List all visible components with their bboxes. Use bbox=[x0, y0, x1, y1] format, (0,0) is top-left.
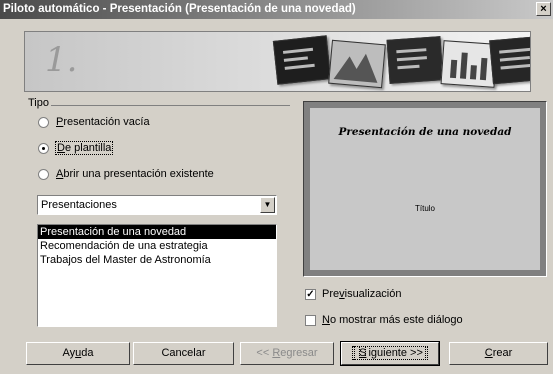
radio-de-plantilla[interactable]: De plantilla bbox=[38, 141, 114, 155]
radio-selected-icon[interactable] bbox=[38, 142, 49, 154]
checkbox-previsualizacion[interactable]: ✓ Previsualización bbox=[305, 288, 402, 300]
text-slide-icon bbox=[489, 35, 530, 85]
radio-icon[interactable] bbox=[38, 168, 49, 180]
tipo-label: Tipo bbox=[26, 97, 51, 109]
help-button[interactable]: Ayuda bbox=[26, 342, 130, 365]
step-number: 1. bbox=[45, 40, 78, 80]
title-bar: Piloto automático - Presentación (Presen… bbox=[0, 0, 553, 19]
preview-subtitle: Título bbox=[414, 204, 435, 213]
chevron-down-icon[interactable]: ▼ bbox=[260, 197, 275, 213]
list-item[interactable]: Recomendación de una estrategia bbox=[38, 239, 276, 253]
create-button[interactable]: Crear bbox=[449, 342, 548, 365]
next-button[interactable]: Siguiente >> bbox=[341, 342, 439, 365]
wizard-banner: 1. bbox=[24, 31, 531, 92]
bullet-slide-icon bbox=[386, 36, 444, 84]
cancel-button[interactable]: Cancelar bbox=[133, 342, 234, 365]
preview-title: Presentación de una novedad bbox=[338, 126, 512, 138]
radio-presentacion-vacia[interactable]: Presentación vacía bbox=[38, 116, 150, 128]
category-value: Presentaciones bbox=[41, 199, 117, 211]
category-select[interactable]: Presentaciones ▼ bbox=[37, 195, 277, 215]
list-item[interactable]: Presentación de una novedad bbox=[38, 225, 276, 239]
back-button[interactable]: << Regresar bbox=[240, 342, 334, 365]
radio-abrir-presentacion[interactable]: Abrir una presentación existente bbox=[38, 168, 214, 180]
radio-icon[interactable] bbox=[38, 116, 49, 128]
checkbox-no-mostrar[interactable]: No mostrar más este diálogo bbox=[305, 314, 463, 326]
checkmark-icon[interactable]: ✓ bbox=[305, 288, 316, 300]
preview-pane: Presentación de una novedad Título bbox=[303, 101, 547, 277]
window-title: Piloto automático - Presentación (Presen… bbox=[3, 3, 356, 15]
template-list[interactable]: Presentación de una novedad Recomendació… bbox=[37, 224, 277, 327]
list-item[interactable]: Trabajos del Master de Astronomía bbox=[38, 253, 276, 267]
close-button[interactable]: × bbox=[536, 2, 551, 16]
checkbox-empty-icon[interactable] bbox=[305, 314, 316, 326]
slide-preview: Presentación de una novedad Título bbox=[310, 108, 540, 270]
slide-thumbnail-icon bbox=[272, 35, 332, 85]
mountain-slide-icon bbox=[328, 39, 386, 89]
